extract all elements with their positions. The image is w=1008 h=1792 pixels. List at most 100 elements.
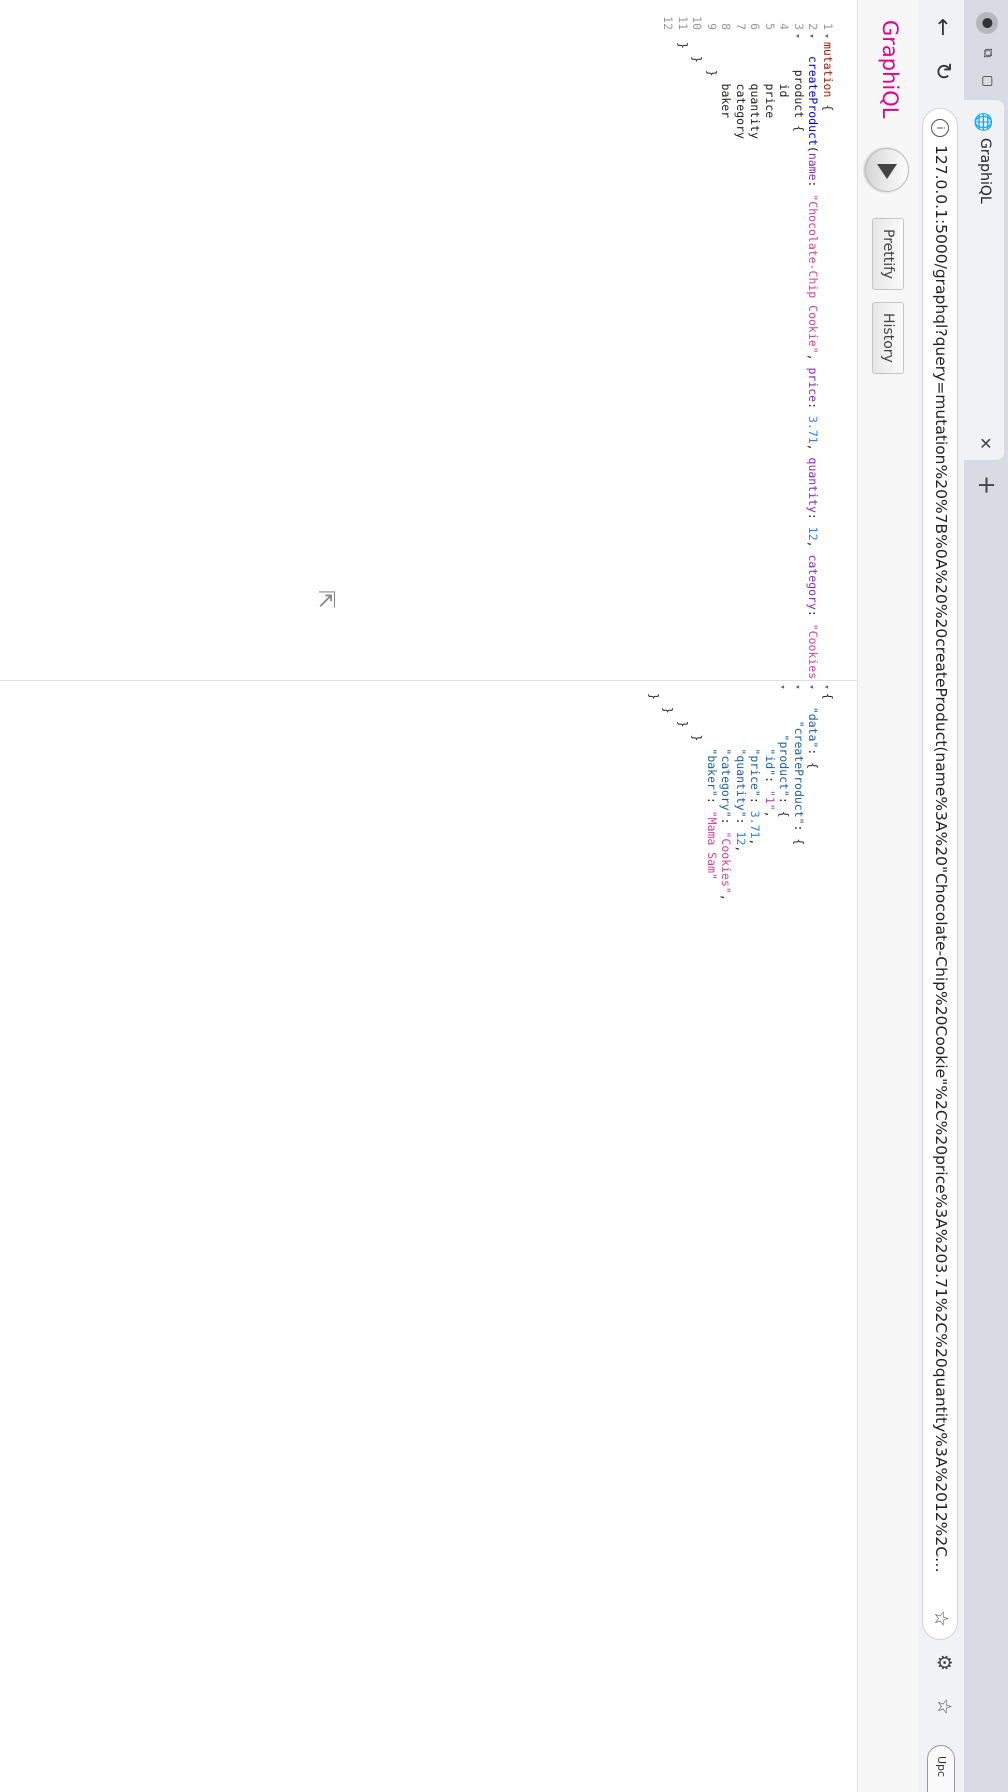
tab-strip: ● ⧉ ▢ 🌐 GraphiQL ✕ + [964,0,1008,1792]
result-line: "category": "Cookies", [719,681,734,901]
line-number: 7 [734,23,748,30]
browser-toolbar: ← ↻ i 127.0.0.1:5000/graphql?query=mutat… [917,0,964,1792]
code-token: , [734,845,748,853]
result-line: "id": "1", [762,681,777,818]
code-token: : [806,609,821,624]
code-token: 12 [806,526,821,541]
line-number: 5 [763,23,777,30]
line-number: 9 [705,23,719,30]
code-token: "Cookies" [719,831,734,894]
line-number: 2 [806,23,821,30]
tab-actions-icon[interactable]: ▢ [976,70,998,92]
query-line[interactable]: 1▾mutation { [820,0,835,111]
code-token: , [806,353,821,368]
code-token: : { [806,748,821,770]
code-token: } [676,42,690,49]
new-tab-button[interactable]: + [973,475,1001,495]
query-line[interactable]: 8 baker [719,0,734,118]
code-token: "id" [763,748,777,777]
code-token: } [690,693,705,742]
code-token: : [806,512,821,527]
tab-title: GraphiQL [977,138,993,204]
code-token: mutation [821,42,835,98]
code-token: : [748,796,763,811]
workspaces-icon[interactable]: ⧉ [976,42,998,64]
query-line[interactable]: 5 price [762,0,777,118]
code-token: "1" [763,789,777,811]
line-number: 8 [719,23,734,30]
tab-graphiql[interactable]: 🌐 GraphiQL ✕ [964,100,1004,460]
prettify-button[interactable]: Prettify [872,218,904,291]
code-token: } [676,693,690,728]
result-line: } [690,681,705,742]
query-line[interactable]: 7 category [733,0,748,139]
url-text[interactable]: 127.0.0.1:5000/graphql?query=mutation%20… [932,145,950,1585]
update-button[interactable]: Upc [927,1745,955,1792]
query-line[interactable]: 6 quantity [748,0,763,139]
result-line: ▾ "data": { [806,681,821,769]
result-line: } [646,681,661,700]
query-line[interactable]: 10 } [690,0,705,63]
profile-icon[interactable]: ● [976,12,998,34]
code-token: , [719,893,734,901]
extension-icon[interactable]: ⚙ [933,1654,955,1671]
arrow-left-icon[interactable]: ← [928,18,956,36]
code-token: 12 [734,831,748,846]
address-bar[interactable]: i 127.0.0.1:5000/graphql?query=mutation%… [922,108,958,1640]
code-token: category [806,554,821,610]
result-line: "price": 3.71, [748,681,763,845]
query-line[interactable]: 12 [661,0,676,42]
query-line[interactable]: 9 } [704,0,719,77]
code-token: } [690,42,705,63]
line-number: 11 [676,16,690,30]
result-viewer: ▾{▾ "data": {▾ "createProduct": {▾ "prod… [0,680,857,1792]
code-token: quantity [748,42,763,139]
code-token: ( [806,145,821,153]
code-token: { [821,693,835,700]
code-token: "price" [748,748,763,797]
code-token: , [763,810,777,818]
close-tab-icon[interactable]: ✕ [976,437,995,450]
line-number: 4 [777,23,792,30]
query-editor[interactable]: 1▾mutation {2▾ createProduct(name: "Choc… [0,0,857,832]
code-token: : { [792,824,806,846]
code-token: category [734,42,748,139]
code-token: } [647,693,661,700]
line-number: 6 [748,23,763,30]
code-token: product { [792,42,806,133]
code-token: "Mama Sam" [705,810,719,880]
code-token: : [763,776,777,790]
result-line: "quantity": 12, [733,681,748,852]
history-button[interactable]: History [872,302,904,374]
code-token: : [806,180,821,195]
code-token: , [748,838,763,846]
code-token: price [763,42,777,119]
code-token: price [806,367,821,403]
code-token: : [705,796,719,811]
star-icon[interactable]: ☆ [930,1610,952,1627]
query-line[interactable]: 3▾ product { [791,0,806,132]
code-token: "product" [777,734,792,797]
query-line[interactable]: 11} [675,0,690,49]
query-line[interactable]: 4 id [777,0,792,97]
code-token: id [777,42,792,98]
result-line: ▾ "createProduct": { [791,681,806,845]
result-line: ▾ "product": { [777,681,792,817]
info-icon[interactable]: i [931,119,949,137]
result-line: } [661,681,676,714]
favorites-icon[interactable]: ☆ [933,1698,955,1715]
code-token: , [806,443,821,458]
result-line: } [675,681,690,728]
line-number: 12 [661,16,676,30]
execute-query-button[interactable] [865,148,909,192]
code-token: 3.71 [748,810,763,839]
line-number: 3 [792,23,806,30]
reload-icon[interactable]: ↻ [928,62,956,80]
code-token: "category" [719,748,734,818]
mouse-cursor-icon: ⇱ [313,590,338,609]
